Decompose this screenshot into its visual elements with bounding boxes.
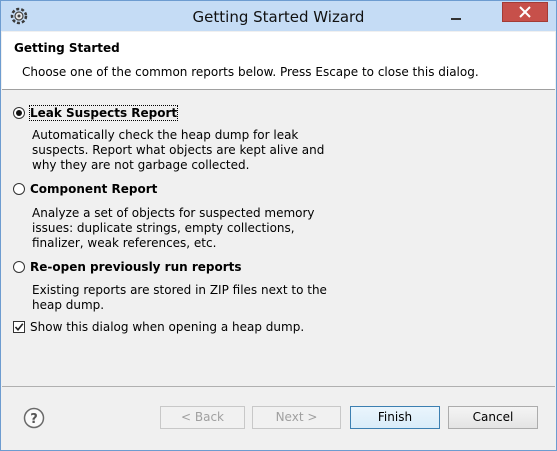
help-icon[interactable]: ? <box>23 407 45 429</box>
page-description: Choose one of the common reports below. … <box>22 65 479 79</box>
show-dialog-checkbox[interactable] <box>13 321 25 333</box>
option-label[interactable]: Leak Suspects Report <box>28 105 179 121</box>
radio-button[interactable] <box>13 261 25 273</box>
wizard-header: Getting Started Choose one of the common… <box>2 32 555 90</box>
radio-button-selected[interactable] <box>13 107 25 119</box>
options-panel: Leak Suspects Report Automatically check… <box>2 90 555 386</box>
window-title: Getting Started Wizard <box>192 8 365 26</box>
next-button[interactable]: Next > <box>252 406 341 429</box>
option-description: Analyze a set of objects for suspected m… <box>32 206 315 250</box>
close-icon[interactable] <box>502 2 548 22</box>
option-reopen-reports[interactable]: Re-open previously run reports <box>13 260 242 274</box>
button-bar-separator <box>2 386 555 387</box>
back-button[interactable]: < Back <box>160 406 245 429</box>
wizard-window: Getting Started Wizard Getting Started C… <box>0 0 557 451</box>
title-bar[interactable]: Getting Started Wizard <box>1 1 556 31</box>
option-description: Existing reports are stored in ZIP files… <box>32 283 327 312</box>
option-label[interactable]: Re-open previously run reports <box>30 260 242 274</box>
finish-button[interactable]: Finish <box>350 406 440 429</box>
option-label[interactable]: Component Report <box>30 182 157 196</box>
option-leak-suspects[interactable]: Leak Suspects Report <box>13 105 179 121</box>
option-description: Automatically check the heap dump for le… <box>32 128 325 172</box>
cancel-button[interactable]: Cancel <box>448 406 538 429</box>
page-title: Getting Started <box>14 41 120 55</box>
radio-button[interactable] <box>13 183 25 195</box>
option-component-report[interactable]: Component Report <box>13 182 157 196</box>
show-dialog-label[interactable]: Show this dialog when opening a heap dum… <box>30 320 304 334</box>
show-dialog-checkbox-row[interactable]: Show this dialog when opening a heap dum… <box>13 320 304 334</box>
minimize-icon[interactable] <box>447 7 465 25</box>
svg-text:?: ? <box>30 412 38 427</box>
